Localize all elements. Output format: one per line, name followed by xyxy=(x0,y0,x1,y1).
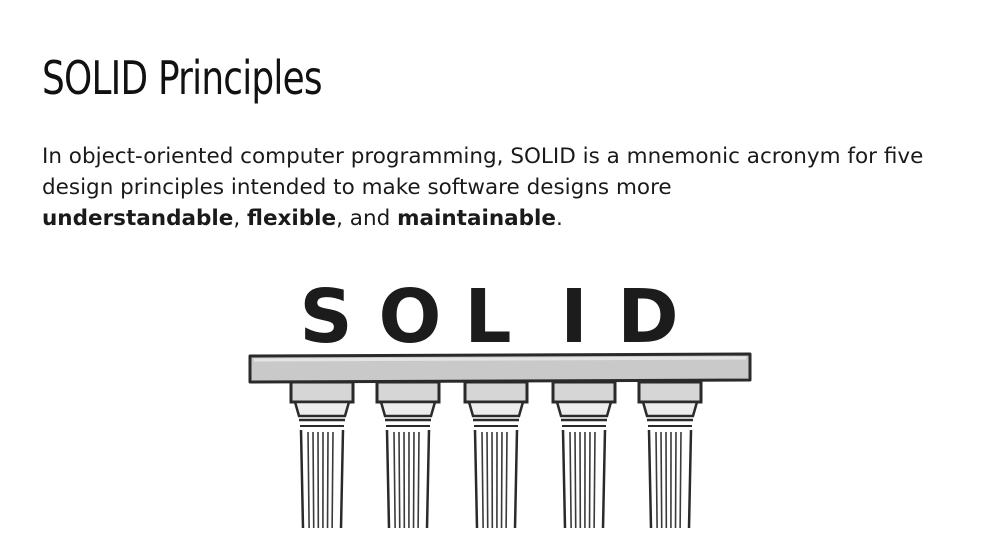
slide: SOLID Principles In object-oriented comp… xyxy=(0,0,998,547)
solid-letters: SOLID xyxy=(299,274,678,360)
separator-1: , xyxy=(233,206,241,231)
letter-s: S xyxy=(299,274,352,360)
pillar xyxy=(637,380,703,529)
letter-l: L xyxy=(464,274,511,360)
letter-i: I xyxy=(560,274,588,360)
sentence-end: . xyxy=(556,206,563,231)
pillar xyxy=(463,380,529,529)
letter-o: O xyxy=(379,274,442,360)
solid-pillars-illustration: SOLID xyxy=(248,274,752,529)
beam xyxy=(248,352,752,384)
pillar xyxy=(375,380,441,529)
pillar xyxy=(289,380,355,529)
term-understandable: understandable xyxy=(42,206,234,231)
pillar xyxy=(551,380,617,529)
term-flexible: flexible xyxy=(247,206,337,231)
slide-title: SOLID Principles xyxy=(42,51,323,105)
term-maintainable: maintainable xyxy=(397,206,556,231)
separator-2: , and xyxy=(336,206,391,231)
slide-description: In object-oriented computer programming,… xyxy=(42,141,972,234)
letter-d: D xyxy=(617,274,678,360)
description-intro: In object-oriented computer programming,… xyxy=(42,144,924,200)
pillars xyxy=(289,380,703,529)
